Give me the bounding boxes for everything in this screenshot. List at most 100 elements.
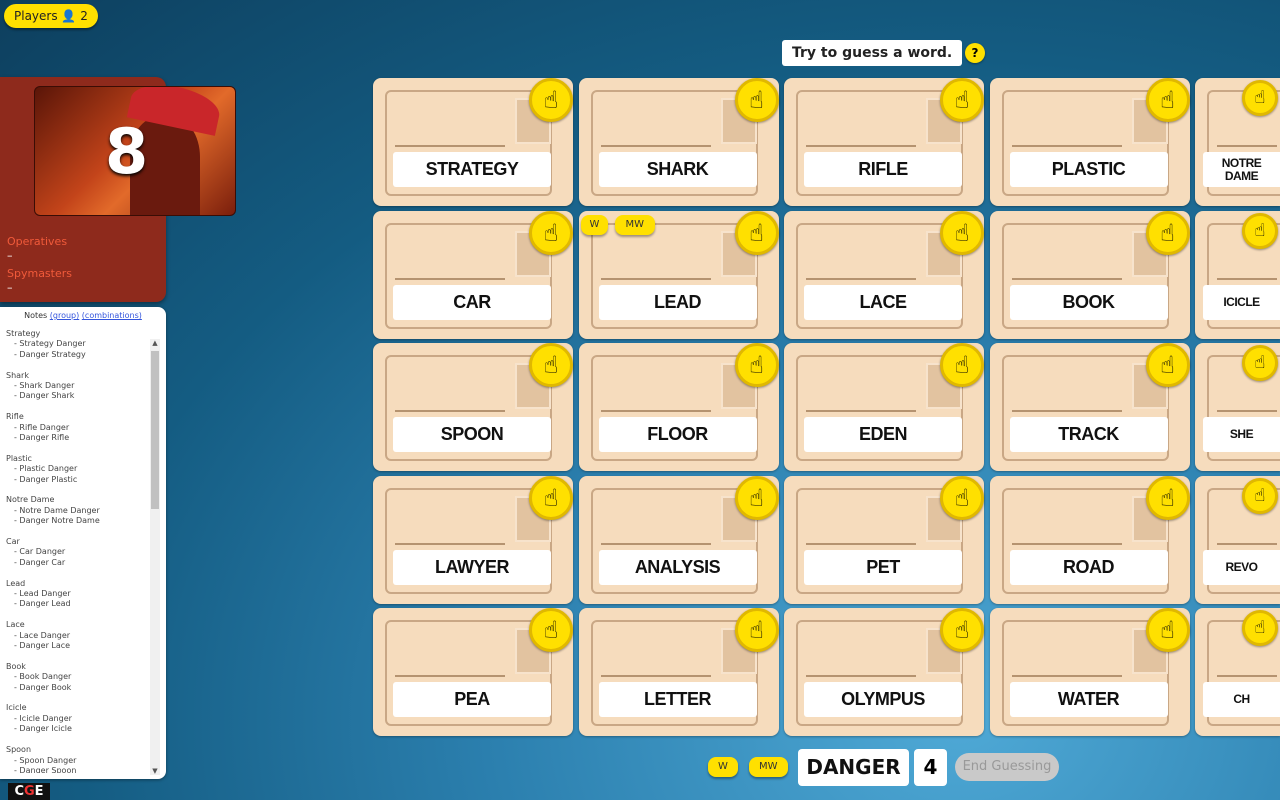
note-combination: - Lead Danger bbox=[14, 589, 71, 599]
tap-hand-icon[interactable]: ☝ bbox=[529, 210, 573, 255]
note-combination: - Danger Rifle bbox=[14, 433, 70, 443]
word-card[interactable]: LETTER ☝ bbox=[578, 608, 779, 736]
help-button[interactable]: ? bbox=[965, 43, 985, 63]
word-card[interactable]: PEA ☝ bbox=[373, 608, 573, 736]
tap-hand-icon[interactable]: ☝ bbox=[734, 475, 779, 520]
word-card[interactable]: ROAD ☝ bbox=[989, 475, 1190, 604]
tap-hand-icon[interactable]: ☝ bbox=[1242, 477, 1278, 514]
tap-hand-icon[interactable]: ☝ bbox=[1145, 78, 1190, 122]
tap-hand-icon[interactable]: ☝ bbox=[1242, 345, 1278, 381]
card-tag[interactable]: MW bbox=[614, 214, 656, 235]
players-count: 2 bbox=[80, 9, 88, 23]
card-line bbox=[600, 145, 711, 147]
card-word: OLYMPUS bbox=[804, 682, 962, 717]
notes-title: Notes bbox=[24, 311, 48, 320]
tap-hand-icon[interactable]: ☝ bbox=[940, 343, 984, 387]
tap-hand-icon[interactable]: ☝ bbox=[1242, 610, 1278, 646]
word-card[interactable]: ANALYSIS ☝ bbox=[578, 475, 779, 604]
scroll-down-icon[interactable]: ▼ bbox=[150, 767, 160, 775]
combinations-link[interactable]: (combinations) bbox=[82, 311, 142, 320]
note-combination: - Danger Book bbox=[14, 682, 72, 692]
notes-panel: Notes (group) (combinations) Strategy - S… bbox=[0, 307, 166, 779]
mw-button[interactable]: MW bbox=[749, 757, 788, 777]
card-word: SHARK bbox=[598, 152, 757, 187]
team-portrait: 8 bbox=[34, 86, 236, 216]
tap-hand-icon[interactable]: ☝ bbox=[1242, 80, 1278, 116]
word-card[interactable]: SHE ☝ bbox=[1195, 343, 1280, 471]
card-line bbox=[395, 145, 505, 147]
word-card[interactable]: SHARK ☝ bbox=[578, 78, 779, 206]
note-combination: - Notre Dame Danger bbox=[14, 505, 100, 515]
note-group: Plastic - Plastic Danger - Danger Plastic bbox=[6, 454, 146, 485]
note-group: Strategy - Strategy Danger - Danger Strate… bbox=[6, 329, 146, 360]
tap-hand-icon[interactable]: ☝ bbox=[734, 78, 779, 122]
card-line bbox=[1011, 675, 1122, 677]
note-combination: - Danger Shark bbox=[14, 391, 75, 401]
word-card[interactable]: NOTRE DAME ☝ bbox=[1195, 78, 1280, 206]
word-card[interactable]: LAWYER ☝ bbox=[373, 475, 573, 604]
card-tag[interactable]: W bbox=[580, 214, 609, 235]
tap-hand-icon[interactable]: ☝ bbox=[940, 78, 984, 122]
tap-hand-icon[interactable]: ☝ bbox=[1145, 608, 1190, 652]
group-link[interactable]: (group) bbox=[50, 311, 79, 320]
person-icon: 👤 bbox=[61, 9, 77, 23]
word-card[interactable]: BOOK ☝ bbox=[989, 210, 1190, 339]
tap-hand-icon[interactable]: ☝ bbox=[940, 210, 984, 255]
card-line bbox=[395, 410, 505, 412]
notes-scrollbar[interactable]: ▲ ▼ bbox=[150, 339, 160, 775]
word-card[interactable]: CAR ☝ bbox=[373, 210, 573, 339]
tap-hand-icon[interactable]: ☝ bbox=[529, 608, 573, 652]
scrollbar-thumb[interactable] bbox=[151, 351, 159, 509]
word-card[interactable]: WATER ☝ bbox=[989, 608, 1190, 736]
note-combination: - Danger Lead bbox=[14, 599, 71, 609]
note-combination: - Rifle Danger bbox=[14, 422, 70, 432]
note-combination: - Book Danger bbox=[14, 672, 72, 682]
card-line bbox=[600, 542, 711, 545]
word-card[interactable]: ICICLE ☝ bbox=[1195, 210, 1280, 339]
end-guessing-button[interactable]: End Guessing bbox=[955, 753, 1059, 781]
tap-hand-icon[interactable]: ☝ bbox=[1145, 210, 1190, 255]
tap-hand-icon[interactable]: ☝ bbox=[940, 608, 984, 652]
card-line bbox=[1217, 145, 1277, 147]
word-card[interactable]: LACE ☝ bbox=[784, 210, 984, 339]
word-card[interactable]: TRACK ☝ bbox=[989, 343, 1190, 471]
tap-hand-icon[interactable]: ☝ bbox=[529, 343, 573, 387]
note-group: Lace - Lace Danger - Danger Lace bbox=[6, 620, 146, 651]
tap-hand-icon[interactable]: ☝ bbox=[1145, 475, 1190, 520]
word-card[interactable]: SPOON ☝ bbox=[373, 343, 573, 471]
word-card[interactable]: LEAD ☝ W MW bbox=[578, 210, 779, 339]
spymasters-value: – bbox=[7, 281, 13, 294]
word-card[interactable]: PET ☝ bbox=[784, 475, 984, 604]
word-card[interactable]: FLOOR ☝ bbox=[578, 343, 779, 471]
tap-hand-icon[interactable]: ☝ bbox=[529, 475, 573, 520]
word-card[interactable]: STRATEGY ☝ bbox=[373, 78, 573, 206]
card-line bbox=[1217, 675, 1277, 677]
notes-list[interactable]: Strategy - Strategy Danger - Danger Strate… bbox=[6, 329, 146, 773]
tap-hand-icon[interactable]: ☝ bbox=[734, 343, 779, 387]
tap-hand-icon[interactable]: ☝ bbox=[1242, 212, 1278, 249]
note-word: Car bbox=[6, 537, 20, 547]
word-card[interactable]: REVO ☝ bbox=[1195, 475, 1280, 604]
tap-hand-icon[interactable]: ☝ bbox=[734, 608, 779, 652]
tap-hand-icon[interactable]: ☝ bbox=[1145, 343, 1190, 387]
card-line bbox=[1217, 277, 1277, 280]
word-card[interactable]: EDEN ☝ bbox=[784, 343, 984, 471]
note-combination: - Car Danger bbox=[14, 547, 66, 557]
word-card[interactable]: RIFLE ☝ bbox=[784, 78, 984, 206]
players-button[interactable]: Players 👤 2 bbox=[4, 4, 98, 28]
word-card[interactable]: PLASTIC ☝ bbox=[989, 78, 1190, 206]
spymasters-label: Spymasters bbox=[7, 267, 72, 280]
note-group: Spoon - Spoon Danger - Danger Spoon bbox=[6, 745, 146, 773]
note-word: Book bbox=[6, 661, 26, 671]
card-line bbox=[395, 542, 505, 545]
scroll-up-icon[interactable]: ▲ bbox=[150, 339, 160, 347]
tap-hand-icon[interactable]: ☝ bbox=[529, 78, 573, 122]
word-card[interactable]: CH ☝ bbox=[1195, 608, 1280, 736]
tap-hand-icon[interactable]: ☝ bbox=[940, 475, 984, 520]
note-word: Lace bbox=[6, 620, 25, 630]
word-card[interactable]: OLYMPUS ☝ bbox=[784, 608, 984, 736]
tap-hand-icon[interactable]: ☝ bbox=[734, 210, 779, 255]
players-label: Players bbox=[14, 9, 58, 23]
card-word: CH bbox=[1203, 682, 1280, 717]
w-button[interactable]: W bbox=[708, 757, 738, 777]
